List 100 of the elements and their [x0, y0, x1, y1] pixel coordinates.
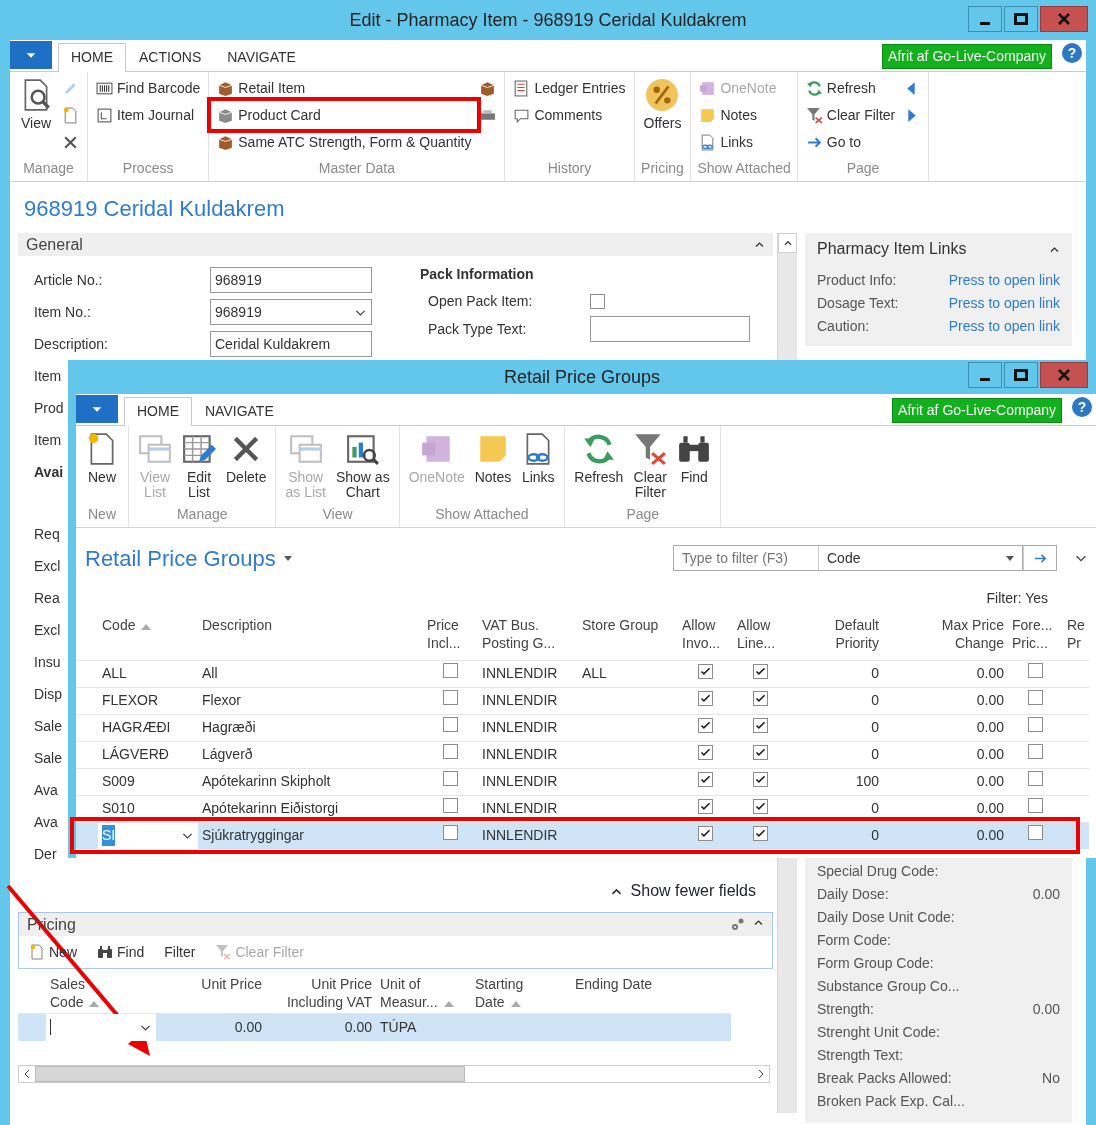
checkbox[interactable]: [698, 691, 713, 706]
ribbon-button[interactable]: Refresh: [803, 76, 898, 100]
ribbon-tab[interactable]: NAVIGATE: [214, 43, 309, 72]
column-header[interactable]: Unit of Measur...: [376, 973, 471, 1014]
open-link[interactable]: Press to open link: [948, 316, 1060, 337]
toolbar-button[interactable]: Find: [95, 940, 147, 964]
checkbox[interactable]: [1028, 798, 1043, 813]
checkbox[interactable]: [753, 826, 768, 842]
checkbox[interactable]: [753, 718, 768, 733]
checkbox[interactable]: [698, 664, 713, 679]
checkbox[interactable]: [443, 744, 458, 759]
ribbon-tab[interactable]: HOME: [124, 397, 192, 426]
minimize-button[interactable]: [968, 362, 1002, 388]
checkbox[interactable]: [443, 825, 458, 841]
ribbon-button[interactable]: Delete: [223, 430, 270, 487]
ribbon-button[interactable]: Clear Filter: [630, 430, 671, 502]
input-field[interactable]: [590, 316, 750, 342]
ribbon-button[interactable]: Comments: [511, 103, 628, 127]
minimize-button[interactable]: [968, 6, 1002, 32]
open-link[interactable]: Press to open link: [948, 293, 1060, 314]
ribbon-button[interactable]: Links: [697, 130, 779, 154]
ribbon-button[interactable]: Find Barcode: [94, 76, 203, 100]
checkbox[interactable]: [443, 771, 458, 786]
input-field[interactable]: Ceridal Kuldakrem: [210, 331, 372, 357]
column-header[interactable]: Price Incl...: [423, 614, 478, 660]
ribbon-button[interactable]: Notes: [697, 103, 779, 127]
column-header[interactable]: VAT Bus. Posting G...: [478, 614, 578, 660]
column-header[interactable]: Fore... Pric...: [1008, 614, 1063, 660]
help-icon[interactable]: ?: [1062, 43, 1082, 63]
column-header[interactable]: Default Priority: [788, 614, 883, 660]
ribbon-button[interactable]: Links: [518, 430, 559, 487]
ribbon-button[interactable]: New: [82, 430, 122, 487]
ribbon-button[interactable]: View: [16, 76, 56, 133]
checkbox[interactable]: [1028, 825, 1043, 841]
maximize-button[interactable]: [1004, 6, 1038, 32]
checkbox[interactable]: [698, 718, 713, 733]
checkbox[interactable]: [590, 293, 605, 309]
checkbox[interactable]: [753, 799, 768, 814]
column-header[interactable]: Description: [198, 614, 423, 660]
checkbox[interactable]: [698, 799, 713, 814]
column-header[interactable]: Allow Invo...: [678, 614, 733, 660]
ribbon-button[interactable]: Refresh: [571, 430, 627, 487]
column-header[interactable]: Ending Date: [571, 973, 731, 1014]
column-header[interactable]: Code: [98, 614, 198, 660]
checkbox[interactable]: [1028, 771, 1043, 786]
ribbon-button[interactable]: Show as Chart: [332, 430, 393, 502]
apply-filter-button[interactable]: [1023, 545, 1057, 571]
ribbon-button[interactable]: Go to: [803, 130, 898, 154]
check-icon: [754, 665, 767, 678]
checkbox[interactable]: [1028, 663, 1043, 678]
checkbox[interactable]: [1028, 744, 1043, 759]
ribbon-button[interactable]: Notes: [471, 430, 515, 487]
checkbox[interactable]: [753, 664, 768, 679]
close-button[interactable]: [1040, 6, 1088, 32]
ribbon-tab[interactable]: HOME: [58, 43, 126, 72]
input-field[interactable]: 968919: [210, 299, 372, 325]
column-header[interactable]: Re Pr: [1063, 614, 1089, 660]
open-link[interactable]: Press to open link: [948, 270, 1060, 291]
ribbon-button[interactable]: Edit List: [179, 430, 219, 502]
column-header[interactable]: Unit Price Including VAT: [266, 973, 376, 1014]
column-header[interactable]: Sales Code: [46, 973, 156, 1014]
section-header[interactable]: General: [18, 233, 773, 256]
checkbox[interactable]: [443, 798, 458, 813]
column-header[interactable]: Unit Price: [156, 973, 266, 1014]
dropdown-field[interactable]: Code: [818, 545, 1023, 571]
ribbon-button[interactable]: Retail Item: [215, 76, 474, 100]
checkbox[interactable]: [1028, 717, 1043, 732]
ribbon-button[interactable]: Find: [674, 430, 715, 487]
checkbox[interactable]: [753, 772, 768, 787]
checkbox[interactable]: [443, 690, 458, 705]
close-button[interactable]: [1040, 362, 1088, 388]
filter-field[interactable]: Type to filter (F3): [673, 545, 818, 571]
checkbox[interactable]: [698, 826, 713, 842]
ribbon-tab[interactable]: ACTIONS: [126, 43, 215, 72]
company-badge: Afrit af Go-Live-Company: [892, 398, 1062, 423]
checkbox[interactable]: [698, 745, 713, 760]
column-header[interactable]: Store Group: [578, 614, 678, 660]
column-header[interactable]: Max Price Change: [883, 614, 1008, 660]
checkbox[interactable]: [753, 691, 768, 706]
ribbon-button[interactable]: Ledger Entries: [511, 76, 628, 100]
checkbox[interactable]: [753, 745, 768, 760]
list-title[interactable]: Retail Price Groups: [84, 540, 293, 576]
ribbon-button[interactable]: Product Card: [215, 103, 474, 127]
column-header[interactable]: Starting Date: [471, 973, 571, 1014]
maximize-button[interactable]: [1004, 362, 1038, 388]
ribbon-button[interactable]: Item Journal: [94, 103, 203, 127]
checkbox[interactable]: [698, 772, 713, 787]
show-fewer-link[interactable]: Show fewer fields: [608, 878, 757, 904]
checkbox[interactable]: [1028, 690, 1043, 705]
ribbon-button[interactable]: Clear Filter: [803, 103, 898, 127]
ribbon-button[interactable]: Offers: [640, 76, 685, 133]
toolbar-button[interactable]: Filter: [162, 940, 198, 964]
ribbon-tab[interactable]: NAVIGATE: [192, 397, 287, 426]
checkbox[interactable]: [443, 717, 458, 732]
input-field[interactable]: 968919: [210, 267, 372, 293]
column-header[interactable]: Allow Line...: [733, 614, 788, 660]
help-icon[interactable]: ?: [1072, 397, 1092, 417]
scrollbar[interactable]: [18, 1064, 770, 1083]
checkbox[interactable]: [443, 663, 458, 678]
ribbon-button[interactable]: Same ATC Strength, Form & Quantity: [215, 130, 474, 154]
